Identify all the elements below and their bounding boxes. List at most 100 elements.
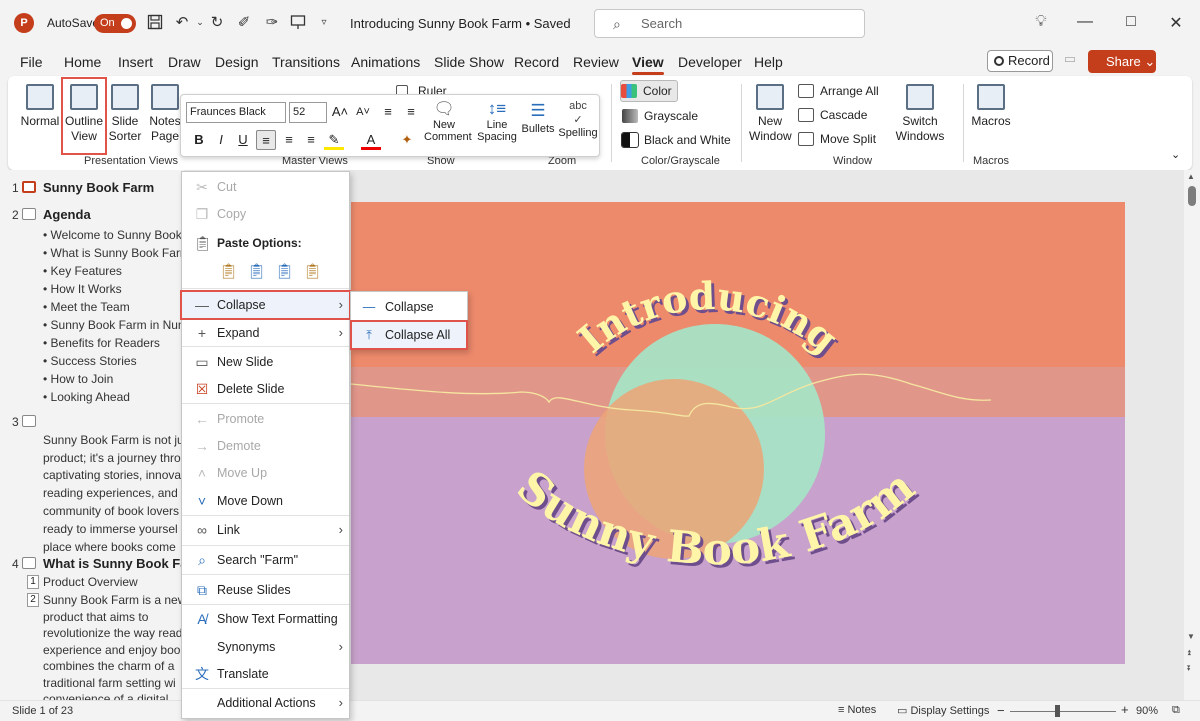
menu-item-move-up[interactable]: ˄ Move Up — [182, 460, 349, 486]
tab-home[interactable]: Home — [64, 54, 101, 70]
scroll-up-icon[interactable]: ▲ — [1187, 172, 1195, 181]
outline-paragraph-line[interactable]: community of book lovers — [43, 503, 179, 521]
comments-icon[interactable]: ▭ — [1060, 51, 1080, 71]
tab-view[interactable]: View — [632, 54, 664, 75]
tab-record[interactable]: Record — [514, 54, 559, 70]
menu-item-link[interactable]: ∞ Link › — [182, 517, 349, 543]
menu-item-cut[interactable]: ✂ Cut — [182, 174, 349, 200]
increase-indent-icon[interactable]: ≡ — [401, 102, 421, 122]
switch-windows-button[interactable]: Switch Windows — [894, 84, 946, 144]
outline-bullet[interactable]: • Looking Ahead — [43, 390, 130, 404]
italic-icon[interactable]: I — [211, 130, 231, 150]
menu-item-show-text-formatting[interactable]: A̸ Show Text Formatting — [182, 606, 349, 632]
zoom-slider-thumb[interactable] — [1055, 705, 1060, 717]
tab-file[interactable]: File — [20, 54, 43, 70]
underline-icon[interactable]: U — [233, 130, 253, 150]
outline-paragraph-line[interactable]: product; it's a journey thro — [43, 450, 181, 468]
record-button[interactable]: Record — [987, 50, 1053, 72]
grayscale-button[interactable]: Grayscale — [622, 106, 698, 126]
close-icon[interactable]: ✕ — [1166, 13, 1186, 33]
menu-item-new-slide[interactable]: ▭ New Slide — [182, 349, 349, 375]
menu-item-search[interactable]: ⌕ Search "Farm" — [182, 547, 349, 573]
tab-review[interactable]: Review — [573, 54, 619, 70]
fit-slide-icon[interactable]: ⧉ — [1172, 704, 1180, 717]
bold-icon[interactable]: B — [189, 130, 209, 150]
outline-bullet[interactable]: • How It Works — [43, 282, 122, 296]
menu-item-collapse[interactable]: — Collapse › — [180, 290, 351, 320]
menu-item-expand[interactable]: + Expand › — [182, 320, 349, 346]
present-icon[interactable] — [288, 12, 308, 32]
scroll-down-icon[interactable]: ▼ — [1187, 632, 1195, 641]
slide-canvas[interactable]: Introducing Introducing Sunny Book Farm … — [351, 202, 1125, 664]
document-title[interactable]: Introducing Sunny Book Farm • Saved — [350, 16, 571, 31]
color-button[interactable]: Color — [620, 80, 678, 102]
outline-view-button[interactable]: Outline View — [61, 77, 107, 155]
menu-item-translate[interactable]: 文 Translate — [182, 661, 349, 687]
highlight-color-icon[interactable]: ✎ — [324, 130, 344, 150]
outline-numbered-item[interactable]: Product Overview — [43, 574, 138, 592]
next-slide-icon[interactable]: ⏬︎ — [1187, 664, 1191, 674]
zoom-out-icon[interactable]: − — [997, 703, 1005, 718]
vertical-scrollbar[interactable]: ▲ ▼ ⏫︎ ⏬︎ — [1184, 170, 1200, 700]
macros-button[interactable]: Macros — [970, 84, 1012, 129]
notes-button[interactable]: ≡ Notes — [838, 704, 876, 716]
draw-icon[interactable]: ✑ — [262, 12, 282, 32]
paste-picture-icon[interactable]: 📋︎ — [275, 262, 295, 282]
align-center-icon[interactable]: ≡ — [279, 130, 299, 150]
tab-transitions[interactable]: Transitions — [272, 54, 340, 70]
slide-icon[interactable] — [22, 208, 36, 220]
tab-draw[interactable]: Draw — [168, 54, 201, 70]
zoom-in-icon[interactable]: + — [1121, 702, 1129, 717]
font-name-dropdown[interactable]: Fraunces Black — [186, 102, 286, 123]
menu-item-demote[interactable]: → Demote — [182, 433, 349, 459]
outline-bullet[interactable]: • Sunny Book Farm in Num — [43, 318, 184, 332]
align-left-icon[interactable]: ≡ — [256, 130, 276, 150]
arrange-all-button[interactable]: Arrange All — [798, 81, 879, 101]
align-right-icon[interactable]: ≡ — [301, 130, 321, 150]
redo-icon[interactable]: ↻ — [207, 12, 227, 32]
menu-item-move-down[interactable]: ˅ Move Down — [182, 488, 349, 514]
save-icon[interactable] — [145, 12, 165, 32]
outline-paragraph-line[interactable]: convenience of a digital — [43, 691, 168, 700]
tab-animations[interactable]: Animations — [351, 54, 420, 70]
outline-paragraph-line[interactable]: revolutionize the way read — [43, 625, 182, 643]
font-size-dropdown[interactable]: 52 — [289, 102, 327, 123]
outline-bullet[interactable]: • Benefits for Readers — [43, 336, 160, 350]
outline-paragraph-line[interactable]: captivating stories, innova — [43, 467, 181, 485]
decrease-indent-icon[interactable]: ≡ — [378, 102, 398, 122]
outline-bullet[interactable]: • Success Stories — [43, 354, 137, 368]
spelling-button[interactable]: abc ✓ Spelling — [558, 99, 598, 139]
previous-slide-icon[interactable]: ⏫︎ — [1187, 648, 1191, 658]
move-split-button[interactable]: Move Split — [798, 129, 876, 149]
slide-title[interactable]: Agenda — [43, 207, 91, 222]
menu-item-delete-slide[interactable]: ☒ Delete Slide — [182, 376, 349, 402]
paste-text-only-icon[interactable]: 📋︎ — [303, 262, 323, 282]
tab-design[interactable]: Design — [215, 54, 259, 70]
outline-paragraph-line[interactable]: Sunny Book Farm is a new — [43, 592, 184, 610]
slide-icon[interactable] — [22, 415, 36, 427]
tab-slide-show[interactable]: Slide Show — [434, 54, 504, 70]
outline-bullet[interactable]: • How to Join — [43, 372, 113, 386]
format-painter-icon[interactable]: ✐ — [234, 12, 254, 32]
paste-use-destination-icon[interactable]: 📋︎ — [247, 262, 267, 282]
submenu-item-collapse[interactable]: — Collapse — [352, 294, 466, 320]
notes-page-button[interactable]: Notes Page — [147, 84, 183, 144]
menu-item-additional-actions[interactable]: Additional Actions › — [182, 690, 349, 716]
minimize-icon[interactable]: — — [1075, 13, 1095, 33]
outline-pane[interactable]: 1 Sunny Book Farm 2 Agenda • Welcome to … — [0, 170, 184, 700]
increase-font-size-icon[interactable]: A˄ — [330, 102, 350, 122]
outline-bullet[interactable]: • Key Features — [43, 264, 122, 278]
outline-paragraph-line[interactable]: combines the charm of a — [43, 658, 174, 676]
outline-paragraph-line[interactable]: reading experiences, and — [43, 485, 178, 503]
format-painter-brush-icon[interactable]: ✦ — [397, 130, 417, 150]
outline-bullet[interactable]: • Meet the Team — [43, 300, 130, 314]
lightbulb-icon[interactable]: 💡︎ — [1031, 13, 1051, 33]
font-color-icon[interactable]: A — [361, 130, 381, 150]
undo-icon[interactable]: ↶ — [172, 12, 192, 32]
paste-keep-source-icon[interactable]: 📋︎ — [219, 262, 239, 282]
black-and-white-button[interactable]: Black and White — [621, 130, 731, 150]
menu-item-promote[interactable]: ← Promote — [182, 406, 349, 432]
scrollbar-thumb[interactable] — [1188, 186, 1196, 206]
maximize-icon[interactable]: □ — [1121, 13, 1141, 33]
outline-bullet[interactable]: • What is Sunny Book Farm — [43, 246, 184, 260]
